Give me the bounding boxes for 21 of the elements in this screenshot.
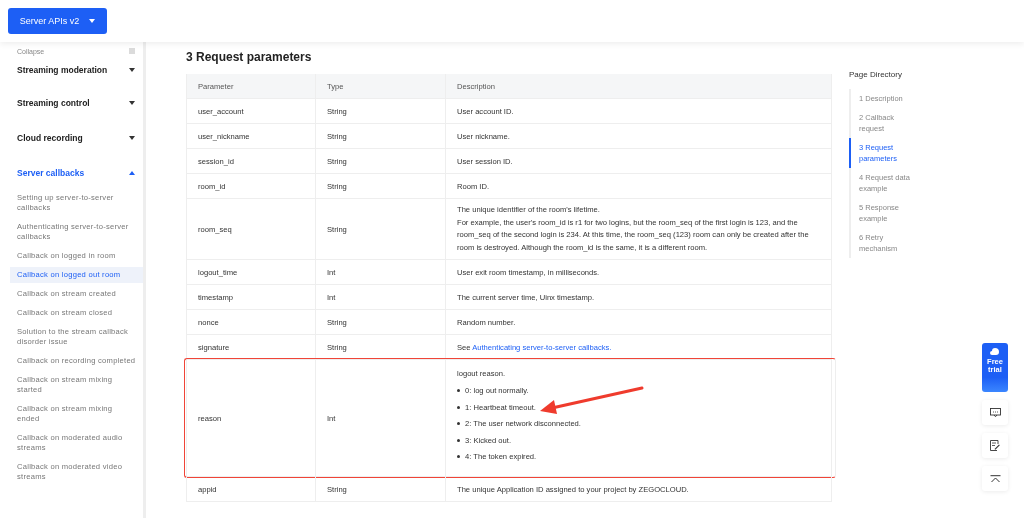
bullet-icon <box>457 438 460 442</box>
bullet-icon <box>457 389 460 392</box>
caret-icon <box>129 170 135 175</box>
section-title: 3 Request parameters <box>186 50 313 64</box>
chat-icon[interactable] <box>982 400 1008 425</box>
sidebar-section[interactable]: Cloud recording <box>10 120 143 155</box>
caret-icon <box>129 68 135 72</box>
cloud-icon <box>990 347 1000 356</box>
bullet-icon <box>457 455 460 458</box>
sidebar-section[interactable]: Streaming moderation <box>10 55 143 85</box>
sidebar-section[interactable]: Server callbacks <box>10 155 143 190</box>
sidebar-section[interactable]: Streaming control <box>10 85 143 120</box>
caret-icon <box>129 135 135 140</box>
caret-icon <box>129 100 135 105</box>
back-to-top-icon[interactable] <box>982 466 1008 491</box>
directory-title: Page Directory <box>849 70 903 79</box>
edit-icon[interactable] <box>982 433 1008 458</box>
product-dropdown[interactable]: Server APIs v2 <box>8 8 107 34</box>
caret-icon <box>89 19 96 23</box>
bullet-icon <box>457 405 460 409</box>
bullet-icon <box>457 422 460 425</box>
